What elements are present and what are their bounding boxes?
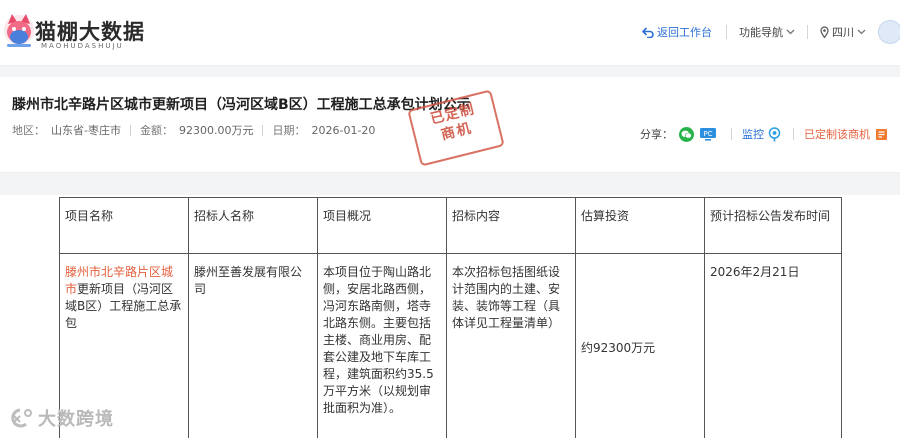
wechat-share-icon[interactable] — [679, 126, 694, 142]
divider-band-2 — [0, 173, 900, 195]
project-meta: 地区： 山东省-枣庄市 金额： 92300.00万元 日期： 2026-01-2… — [12, 122, 375, 138]
nav-divider — [726, 25, 727, 39]
nav-divider — [807, 25, 808, 39]
header-nav: 返回工作台 功能导航 四川 — [642, 20, 900, 44]
logo-cat-icon — [4, 14, 34, 47]
amount-meta-value: 92300.00万元 — [178, 124, 254, 137]
project-header: 滕州市北辛路片区城市更新项目（冯河区域B区）工程施工总承包计划公示 地区： 山东… — [0, 77, 900, 173]
logo-subtitle: MAOHUDASHUJU — [41, 42, 124, 50]
header-project-overview: 项目概况 — [317, 197, 447, 254]
function-nav-dropdown[interactable]: 功能导航 — [739, 24, 795, 40]
customized-badge-icon — [876, 128, 887, 140]
meta-divider — [129, 124, 131, 136]
watermark-logo-icon — [11, 408, 32, 428]
location-pin-icon — [820, 26, 829, 38]
user-avatar[interactable] — [878, 20, 900, 44]
cell-tender-content: 本次招标包括图纸设计范围内的土建、安装、装饰等工程（具体详见工程量清单） — [446, 253, 576, 438]
function-nav-label: 功能导航 — [739, 26, 783, 39]
chevron-down-icon — [857, 29, 866, 35]
watermark-text: 大数跨境 — [38, 409, 114, 430]
watermark: 大数跨境 — [8, 405, 114, 431]
header-project-name: 项目名称 — [59, 197, 189, 254]
share-label: 分享： — [640, 128, 673, 141]
return-workbench-link[interactable]: 返回工作台 — [642, 24, 712, 40]
table-header-row: 项目名称 招标人名称 项目概况 招标内容 估算投资 预计招标公告发布时间 — [59, 197, 842, 254]
cell-tenderer: 滕州至善发展有限公司 — [188, 253, 318, 438]
amount-meta-label: 金额： — [139, 124, 173, 137]
cell-investment: 约92300万元 — [575, 253, 705, 438]
date-meta-label: 日期： — [272, 124, 306, 137]
cell-publish-time: 2026年2月21日 — [704, 253, 842, 438]
project-actions: 分享： PC 监控 已定制该商机 — [640, 126, 888, 142]
actions-divider — [793, 128, 794, 140]
header-tender-content: 招标内容 — [446, 197, 576, 254]
date-meta-value: 2026-01-20 — [311, 123, 376, 137]
customized-opportunity-link[interactable]: 已定制该商机 — [804, 126, 870, 142]
chevron-down-icon — [786, 29, 795, 35]
region-selector[interactable]: 四川 — [820, 24, 866, 40]
pc-share-icon[interactable]: PC — [699, 127, 717, 142]
logo[interactable]: 猫棚大数据 MAOHUDASHUJU — [0, 8, 160, 56]
divider-band — [0, 66, 900, 77]
project-title: 滕州市北辛路片区城市更新项目（冯河区域B区）工程施工总承包计划公示 — [12, 97, 471, 113]
pc-icon-label: PC — [703, 130, 712, 138]
header-publish-time: 预计招标公告发布时间 — [704, 197, 842, 254]
region-meta-value: 山东省-枣庄市 — [51, 124, 121, 137]
return-arrow-icon — [642, 26, 654, 38]
monitor-target-icon[interactable] — [768, 126, 781, 142]
meta-divider — [262, 124, 264, 136]
region-meta-label: 地区： — [12, 124, 45, 137]
top-header: 猫棚大数据 MAOHUDASHUJU 返回工作台 功能导航 四川 — [0, 0, 900, 66]
monitor-link[interactable]: 监控 — [742, 126, 764, 142]
cell-overview: 本项目位于陶山路北侧，安居北路西侧，冯河东路南侧，塔寺北路东侧。主要包括主楼、商… — [317, 253, 447, 438]
return-workbench-label: 返回工作台 — [657, 26, 712, 39]
table-row: 滕州市北辛路片区城市更新项目（冯河区域B区）工程施工总承包 滕州至善发展有限公司… — [59, 253, 842, 438]
project-info-table: 项目名称 招标人名称 项目概况 招标内容 估算投资 预计招标公告发布时间 滕州市… — [59, 197, 842, 438]
header-tenderer-name: 招标人名称 — [188, 197, 318, 254]
actions-divider — [731, 128, 732, 140]
project-name-rest: 更新项目（冯河区域B区）工程施工总承包 — [65, 282, 182, 330]
header-estimated-investment: 估算投资 — [575, 197, 705, 254]
region-label: 四川 — [832, 26, 854, 39]
